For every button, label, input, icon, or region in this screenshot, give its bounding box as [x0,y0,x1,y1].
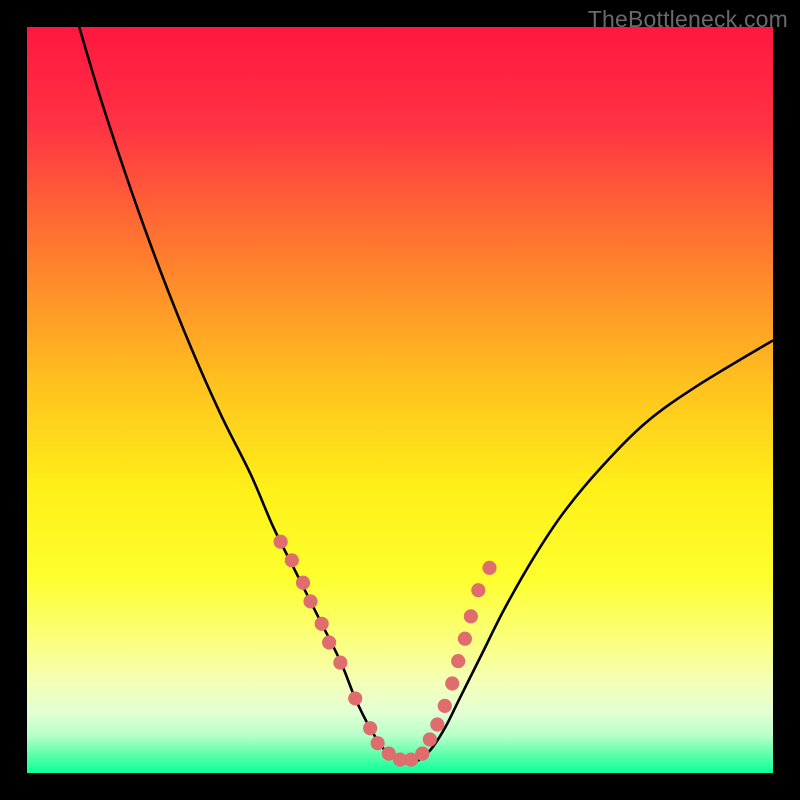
sample-dot [464,609,478,623]
sample-dot [285,553,299,567]
sample-dot [296,576,310,590]
sample-dot [458,632,472,646]
sample-dot [471,583,485,597]
sample-dot [438,699,452,713]
outer-frame: TheBottleneck.com [0,0,800,800]
sample-dot [371,736,385,750]
sample-dot [333,656,347,670]
sample-dot [315,617,329,631]
sample-dot [430,717,444,731]
sample-dot [363,721,377,735]
sample-dot [423,732,437,746]
sample-dots [274,535,497,767]
sample-dot [415,747,429,761]
sample-dot [451,654,465,668]
sample-dot [482,561,496,575]
chart-svg [27,27,773,773]
watermark-text: TheBottleneck.com [588,6,788,33]
sample-dot [348,691,362,705]
sample-dot [303,594,317,608]
plot-area [27,27,773,773]
sample-dot [322,635,336,649]
bottleneck-curve [79,27,773,763]
sample-dot [274,535,288,549]
sample-dot [445,676,459,690]
